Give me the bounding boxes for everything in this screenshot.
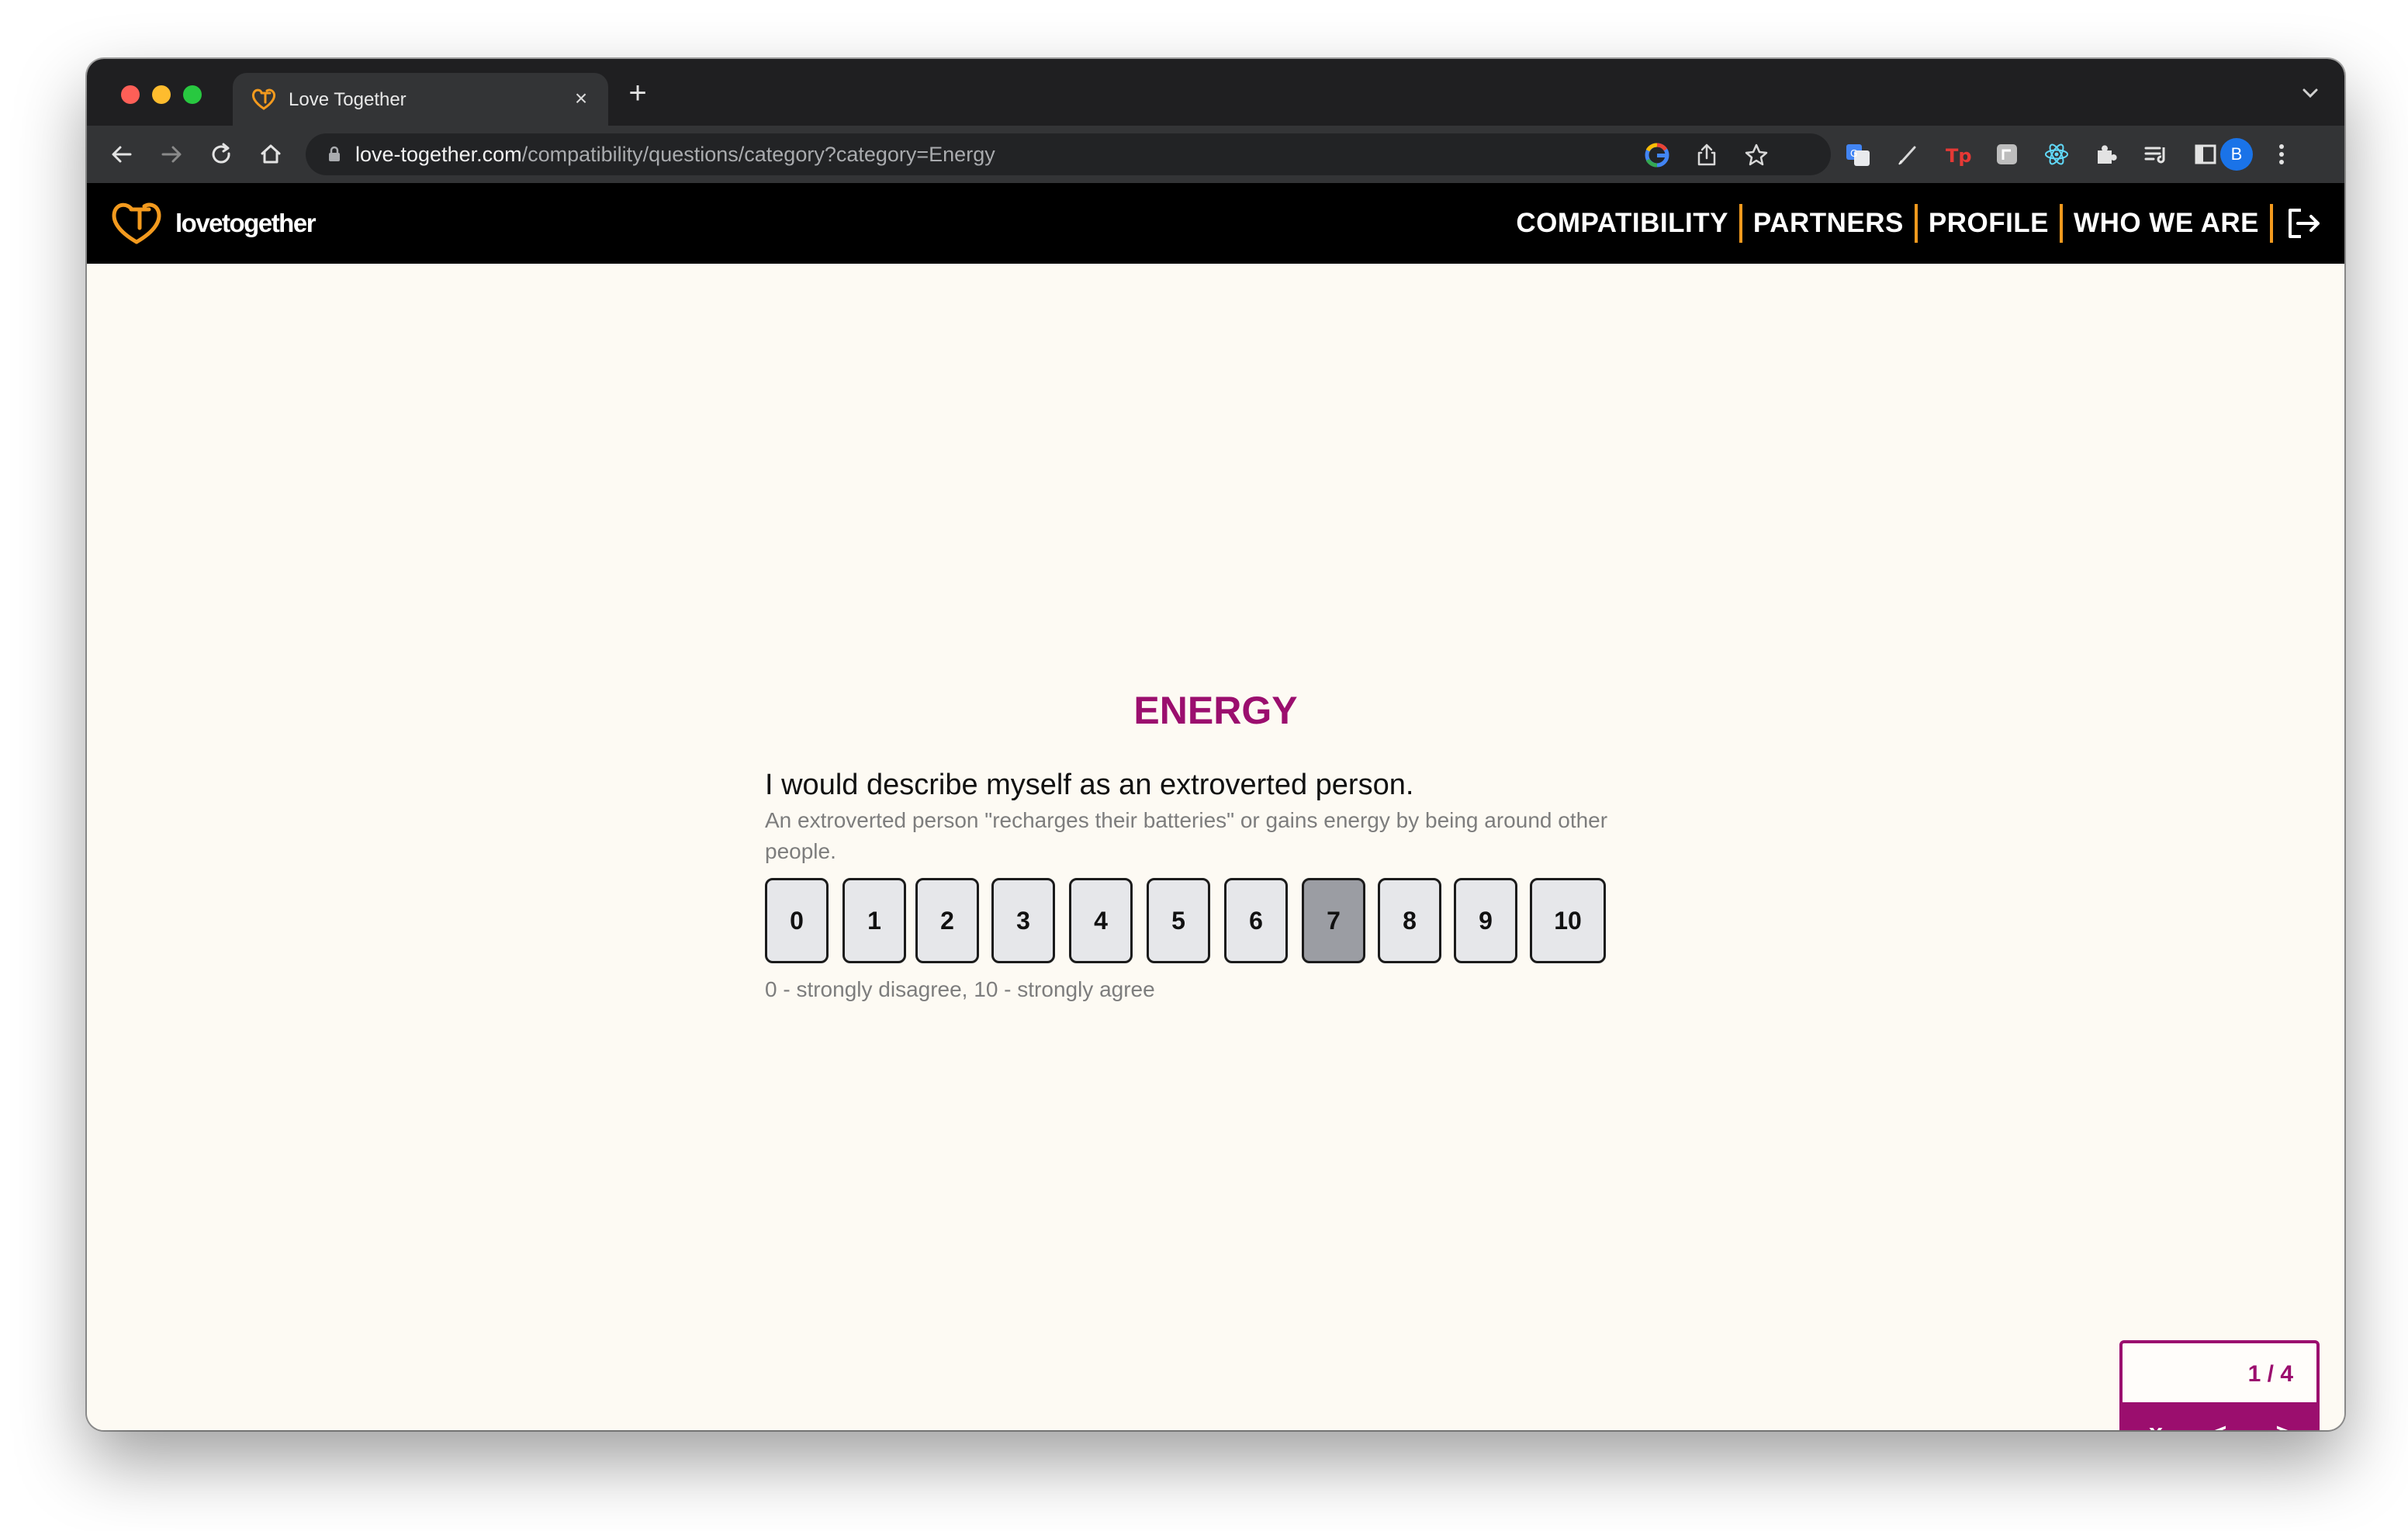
logo-text: lovetogether	[175, 209, 317, 237]
svg-text:G: G	[1850, 148, 1857, 159]
pager-previous-button[interactable]: <	[2192, 1402, 2247, 1430]
nav-partners[interactable]: PARTNERS	[1742, 208, 1915, 239]
logout-icon[interactable]	[2284, 204, 2323, 243]
back-arrow-icon[interactable]	[106, 138, 138, 171]
heart-logo-icon	[112, 202, 161, 244]
tab-close-icon[interactable]: ×	[568, 85, 594, 112]
category-title: ENERGY	[1133, 689, 1298, 732]
profile-avatar[interactable]: B	[2220, 138, 2253, 171]
url-host: love-together.com	[355, 143, 522, 166]
scale-option-7[interactable]: 7	[1302, 878, 1365, 963]
scale-option-3[interactable]: 3	[991, 878, 1055, 963]
share-icon[interactable]	[1691, 140, 1722, 171]
scale-option-6[interactable]: 6	[1224, 878, 1288, 963]
lock-icon[interactable]	[324, 144, 344, 164]
minimize-window-button[interactable]	[152, 85, 171, 104]
pen-extension-icon[interactable]	[1891, 138, 1924, 171]
nav-profile[interactable]: PROFILE	[1918, 208, 2060, 239]
scale-hint: 0 - strongly disagree, 10 - strongly agr…	[765, 977, 1155, 1001]
new-tab-button[interactable]: +	[621, 76, 655, 110]
pager-close-button[interactable]: x	[2129, 1402, 2183, 1430]
nav-divider	[2270, 204, 2273, 243]
browser-menu-icon[interactable]	[2265, 138, 2298, 171]
site-header: lovetogether COMPATIBILITY PARTNERS PROF…	[87, 183, 2344, 264]
scale-option-8[interactable]: 8	[1378, 878, 1441, 963]
address-bar[interactable]: love-together.com/compatibility/question…	[306, 133, 1831, 175]
pager-next-button[interactable]: >	[2256, 1402, 2310, 1430]
close-window-button[interactable]	[121, 85, 140, 104]
tab-title: Love Together	[289, 89, 407, 110]
url-text[interactable]: love-together.com/compatibility/question…	[355, 143, 995, 166]
question-description: An extroverted person "recharges their b…	[765, 808, 1608, 863]
grey-square-extension-icon[interactable]	[1991, 138, 2023, 171]
bookmark-star-icon[interactable]	[1741, 140, 1772, 171]
url-path: /compatibility/questions/category?catego…	[521, 143, 995, 166]
scale-option-10[interactable]: 10	[1530, 878, 1606, 963]
scale-option-4[interactable]: 4	[1069, 878, 1133, 963]
pager-controls: x < >	[2123, 1402, 2316, 1430]
tab-strip: Love Together × +	[87, 59, 2344, 126]
nav-who-we-are[interactable]: WHO WE ARE	[2063, 208, 2270, 239]
scale-option-5[interactable]: 5	[1147, 878, 1210, 963]
media-control-icon[interactable]	[2140, 138, 2172, 171]
svg-text:Tp: Tp	[1946, 145, 1972, 167]
tp-extension-icon[interactable]: Tp	[1941, 138, 1974, 171]
scale-option-2[interactable]: 2	[915, 878, 979, 963]
question-pager: 1 / 4 x < >	[2119, 1340, 2320, 1430]
site-logo[interactable]: lovetogether	[109, 199, 317, 248]
reload-icon[interactable]	[205, 138, 237, 171]
browser-tab[interactable]: Love Together ×	[233, 73, 608, 126]
browser-window: Love Together × + love-together.com/comp…	[87, 59, 2344, 1430]
side-panel-icon[interactable]	[2189, 138, 2222, 171]
tab-search-chevron-icon[interactable]	[2293, 76, 2327, 110]
extensions-puzzle-icon[interactable]	[2090, 138, 2123, 171]
heart-logo-icon	[251, 88, 276, 110]
react-devtools-icon[interactable]	[2040, 138, 2073, 171]
scale-option-0[interactable]: 0	[765, 878, 829, 963]
translate-extension-icon[interactable]: G	[1842, 138, 1874, 171]
forward-arrow-icon[interactable]	[155, 138, 188, 171]
google-icon[interactable]	[1642, 140, 1673, 171]
browser-toolbar: love-together.com/compatibility/question…	[87, 126, 2344, 183]
scale-option-1[interactable]: 1	[842, 878, 906, 963]
nav-compatibility[interactable]: COMPATIBILITY	[1505, 208, 1739, 239]
home-icon[interactable]	[254, 138, 287, 171]
main-nav: COMPATIBILITY PARTNERS PROFILE WHO WE AR…	[1505, 183, 2323, 264]
scale-option-9[interactable]: 9	[1454, 878, 1517, 963]
pager-count: 1 / 4	[2247, 1361, 2293, 1387]
question-page: ENERGY I would describe myself as an ext…	[87, 264, 2344, 1430]
question-text: I would describe myself as an extroverte…	[765, 769, 1414, 801]
zoom-window-button[interactable]	[183, 85, 202, 104]
